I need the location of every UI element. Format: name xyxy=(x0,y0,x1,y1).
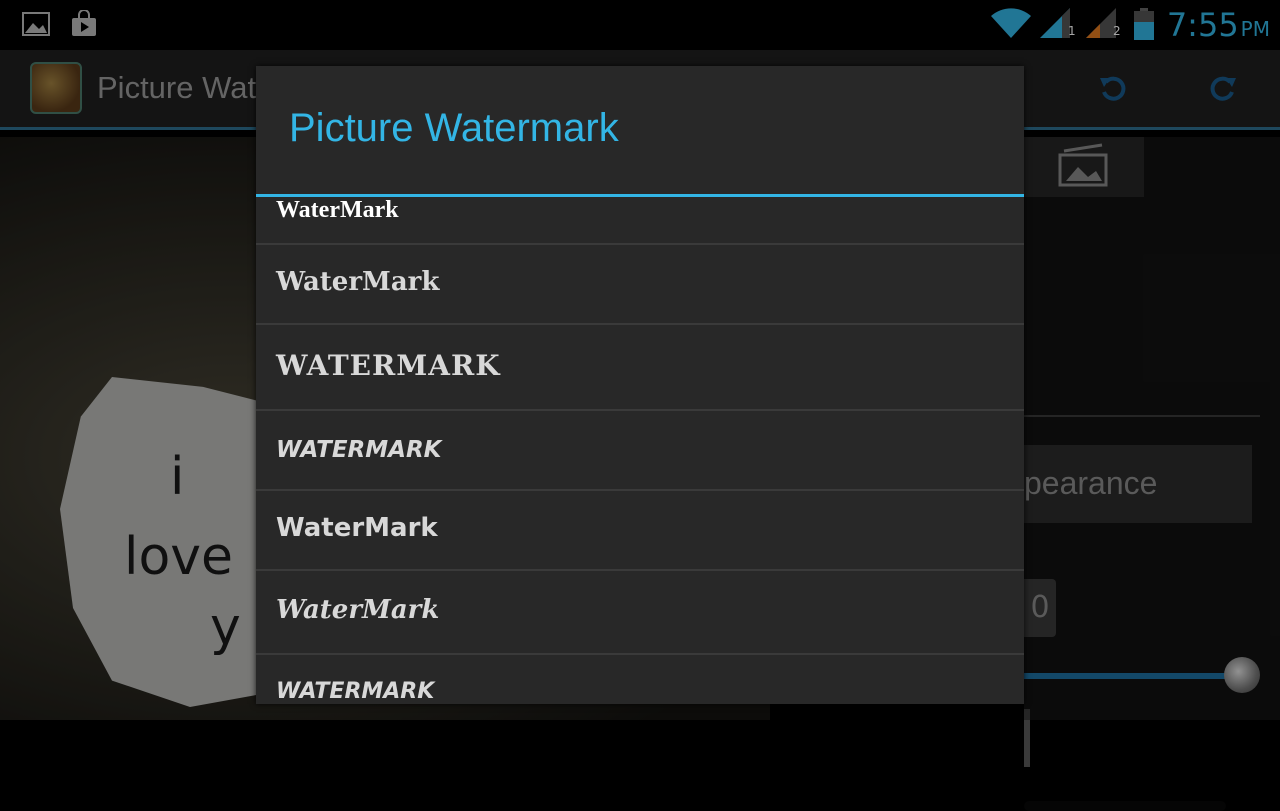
list-item[interactable]: WATERMARK xyxy=(256,325,1024,411)
font-sample-label: WaterMark xyxy=(276,197,399,223)
font-sample-label: WATERMARK xyxy=(276,437,442,463)
list-item[interactable]: WATERMARK xyxy=(256,655,1024,704)
font-picker-dialog: Picture Watermark WaterMark WaterMark WA… xyxy=(256,66,1024,704)
font-sample-label: WATERMARK xyxy=(276,679,435,704)
panel-progress-bar xyxy=(1024,801,1226,811)
list-item[interactable]: WaterMark xyxy=(256,245,1024,325)
font-sample-label: WaterMark xyxy=(276,595,440,625)
font-list[interactable]: WaterMark WaterMark WATERMARK WATERMARK … xyxy=(256,197,1024,704)
font-sample-label: WaterMark xyxy=(276,267,440,297)
font-sample-label: WATERMARK xyxy=(276,349,501,382)
list-item[interactable]: WaterMark xyxy=(256,197,1024,245)
font-sample-label: WaterMark xyxy=(276,513,438,543)
list-item[interactable]: WaterMark xyxy=(256,491,1024,571)
list-item[interactable]: WaterMark xyxy=(256,571,1024,655)
dialog-title: Picture Watermark xyxy=(289,106,619,150)
list-item[interactable]: WATERMARK xyxy=(256,411,1024,491)
